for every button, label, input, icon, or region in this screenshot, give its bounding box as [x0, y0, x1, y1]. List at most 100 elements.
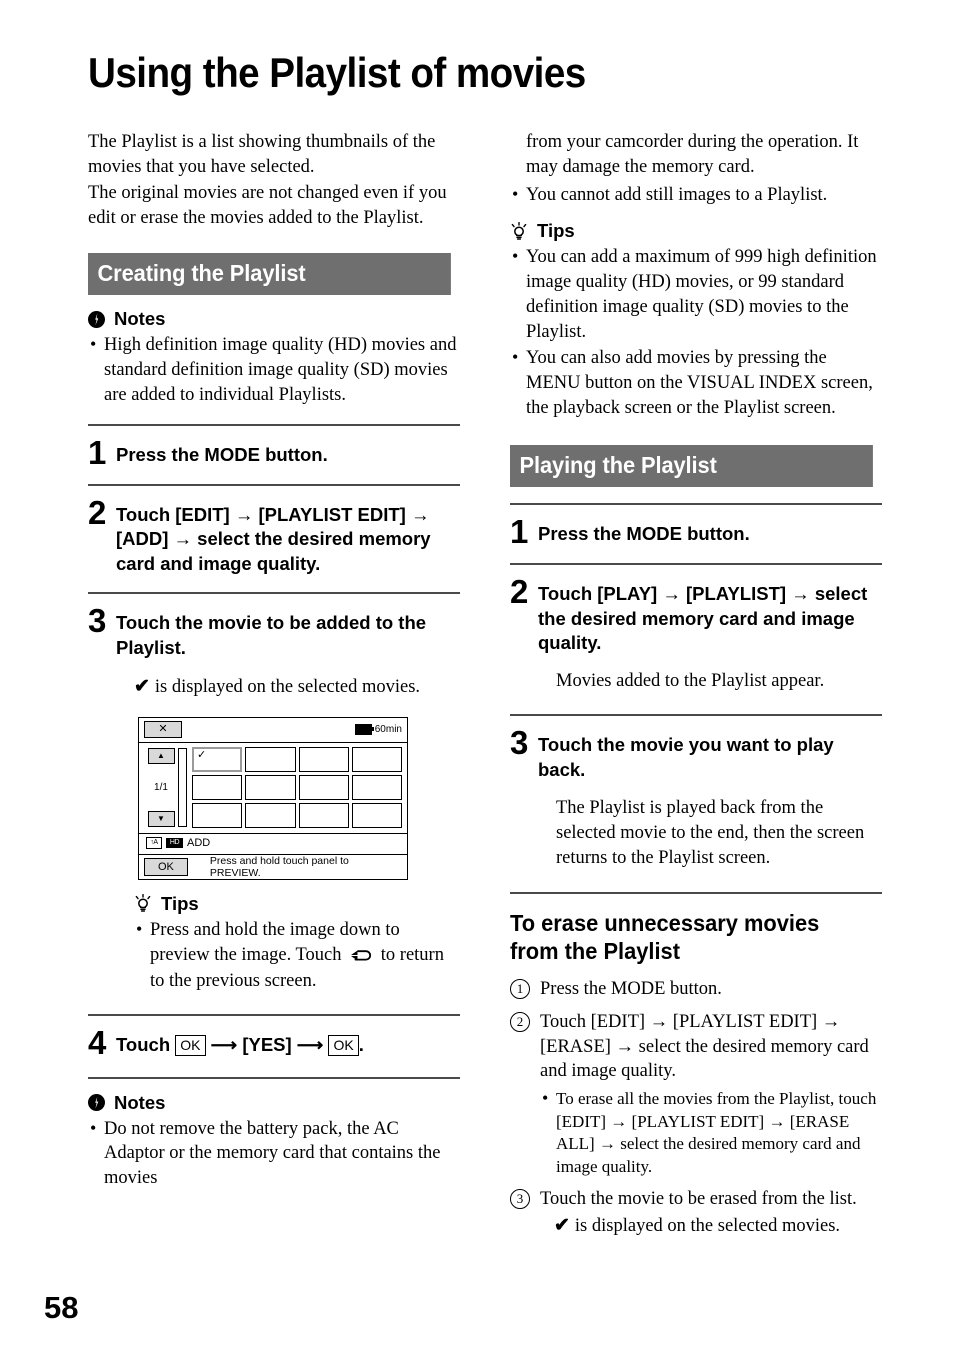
step-divider [510, 714, 882, 717]
lcd-page-indicator: 1/1 [154, 781, 168, 793]
note-icon [88, 310, 105, 328]
thumbnail[interactable] [298, 746, 349, 772]
thumbnail[interactable] [351, 746, 402, 772]
arrow-icon: ⟶ [296, 1034, 324, 1056]
ok-button-glyph: OK [328, 1035, 359, 1057]
step-3-note-label: is displayed on the selected movies. [154, 677, 421, 698]
lcd-thumbnail-area: ▲ 1/1 ▼ ✓ [139, 743, 407, 834]
thumbnail[interactable] [192, 774, 243, 800]
step-3: 3 Touch the movie to be added to the Pla… [88, 602, 460, 660]
lcd-nav-column: ▲ 1/1 ▼ [144, 747, 178, 828]
erase-step-1-text: Press the MODE button. [540, 978, 722, 999]
intro-paragraph: The Playlist is a list showing thumbnail… [88, 130, 460, 231]
step-text: Touch [PLAY] → [PLAYLIST] → select the d… [538, 583, 868, 653]
step-4-period: . [358, 1034, 364, 1056]
notes-list: High definition image quality (HD) movie… [88, 332, 460, 407]
step-text: Touch the movie to be added to the Playl… [116, 612, 427, 658]
thumbnail[interactable] [245, 746, 296, 772]
lcd-mode-label: ADD [187, 837, 211, 850]
lightbulb-icon [510, 221, 528, 241]
step-divider [88, 592, 460, 595]
notes-heading-2-label: Notes [114, 1091, 166, 1113]
step-text: Touch [EDIT] → [PLAYLIST EDIT] → [ADD] →… [116, 504, 431, 574]
step-divider [88, 484, 460, 487]
notes-heading: Notes [88, 308, 460, 330]
thumbnail-selected[interactable]: ✓ [192, 746, 243, 772]
step-2: 2 Touch [EDIT] → [PLAYLIST EDIT] → [ADD]… [88, 496, 460, 576]
notes-heading-label: Notes [114, 308, 166, 330]
intro-line-2: The original movies are not changed even… [88, 182, 447, 229]
step-number: 4 [88, 1024, 107, 1062]
thumbnail[interactable] [351, 802, 402, 828]
tips-heading: Tips [134, 893, 460, 915]
step-1: 1 Press the MODE button. [88, 436, 460, 469]
erase-step-3-text: Touch the movie to be erased from the li… [540, 1188, 857, 1209]
section-header-playing-playlist: Playing the Playlist [510, 444, 873, 487]
circled-number-2: 2 [510, 1011, 530, 1032]
erase-step-3-note: ✔ is displayed on the selected movies. [540, 1213, 882, 1239]
step-text: Press the MODE button. [116, 443, 328, 465]
section-header-creating-playlist: Creating the Playlist [88, 253, 451, 296]
list-item: You cannot add still images to a Playlis… [510, 182, 882, 208]
lcd-battery-indicator: 60min [354, 724, 402, 736]
notes-list-continued: You cannot add still images to a Playlis… [510, 182, 882, 208]
lcd-scroll-down-button[interactable]: ▼ [147, 810, 175, 827]
list-item: To erase all the movies from the Playlis… [540, 1087, 882, 1178]
camera-screen-illustration: ✕ 60min ▲ 1/1 ▼ ✓ ↑A HD ADD OK Press and… [138, 716, 408, 880]
step-4-verb: Touch [116, 1034, 171, 1056]
checkmark-icon: ✔ [134, 676, 150, 698]
lcd-bottom-bar: OK Press and hold touch panel to PREVIEW… [139, 855, 407, 879]
thumbnail-check-icon: ✓ [197, 748, 207, 761]
left-column: The Playlist is a list showing thumbnail… [88, 130, 460, 1191]
page-title: Using the Playlist of movies [88, 49, 586, 97]
thumbnail[interactable] [298, 802, 349, 828]
thumbnail[interactable] [245, 802, 296, 828]
notes-continuation: from your camcorder during the operation… [526, 132, 859, 177]
checkmark-icon: ✔ [554, 1215, 570, 1237]
tips-list: Press and hold the image down to preview… [134, 917, 460, 994]
lcd-scroll-up-button[interactable]: ▲ [147, 747, 175, 764]
lcd-close-button[interactable]: ✕ [144, 721, 182, 739]
step-number: 3 [88, 602, 107, 640]
thumbnail[interactable] [192, 802, 243, 828]
step-number: 2 [510, 573, 529, 611]
notes-heading-2: Notes [88, 1092, 460, 1114]
lcd-scrollbar[interactable] [178, 747, 187, 827]
lcd-thumbnail-grid: ✓ [192, 746, 402, 828]
step-divider [510, 502, 882, 505]
tips-heading-right-label: Tips [537, 220, 575, 242]
list-item: 2 Touch [EDIT] → [PLAYLIST EDIT] → [ERAS… [510, 1010, 882, 1179]
step-number: 1 [510, 512, 529, 550]
section-divider [88, 1076, 460, 1079]
step-2-right-note: Movies added to the Playlist appear. [556, 671, 825, 692]
thumbnail[interactable] [298, 774, 349, 800]
list-item: You can also add movies by pressing the … [510, 345, 882, 420]
step-2-right: 2 Touch [PLAY] → [PLAYLIST] → select the… [510, 573, 882, 655]
lcd-top-bar: ✕ 60min [139, 718, 407, 743]
step-4-middle: [YES] [242, 1034, 292, 1056]
return-arrow-icon [350, 945, 372, 970]
lcd-hint-label: Press and hold touch panel to PREVIEW. [209, 854, 349, 879]
document-page: Using the Playlist of movies The Playlis… [0, 0, 954, 1357]
intro-line-1: The Playlist is a list showing thumbnail… [88, 132, 436, 178]
tips-list-right: You can add a maximum of 999 high defini… [510, 244, 882, 420]
list-item: 1 Press the MODE button. [510, 977, 882, 1002]
erase-step-3-note-label: is displayed on the selected movies. [574, 1216, 841, 1237]
circled-number-3: 3 [510, 1188, 530, 1209]
page-number: 58 [44, 1290, 79, 1325]
list-item: High definition image quality (HD) movie… [88, 332, 460, 407]
erase-sub-list: To erase all the movies from the Playlis… [540, 1087, 882, 1178]
thumbnail[interactable] [245, 774, 296, 800]
list-item: You can add a maximum of 999 high defini… [510, 244, 882, 344]
ok-button-glyph: OK [175, 1035, 206, 1057]
battery-time-label: 60min [374, 724, 402, 736]
step-3-right-note: The Playlist is played back from the sel… [556, 797, 865, 868]
thumbnail[interactable] [351, 774, 402, 800]
erase-steps-list: 1 Press the MODE button. 2 Touch [EDIT] … [510, 977, 882, 1239]
lcd-ok-button[interactable]: OK [144, 857, 188, 876]
step-1-right: 1 Press the MODE button. [510, 512, 882, 550]
hd-quality-icon: HD [166, 838, 183, 849]
tips-heading-label: Tips [161, 892, 199, 914]
erase-step-2-text: Touch [EDIT] → [PLAYLIST EDIT] → [ERASE]… [540, 1011, 869, 1082]
subsection-heading-erase: To erase unnecessary movies from the Pla… [510, 910, 820, 965]
